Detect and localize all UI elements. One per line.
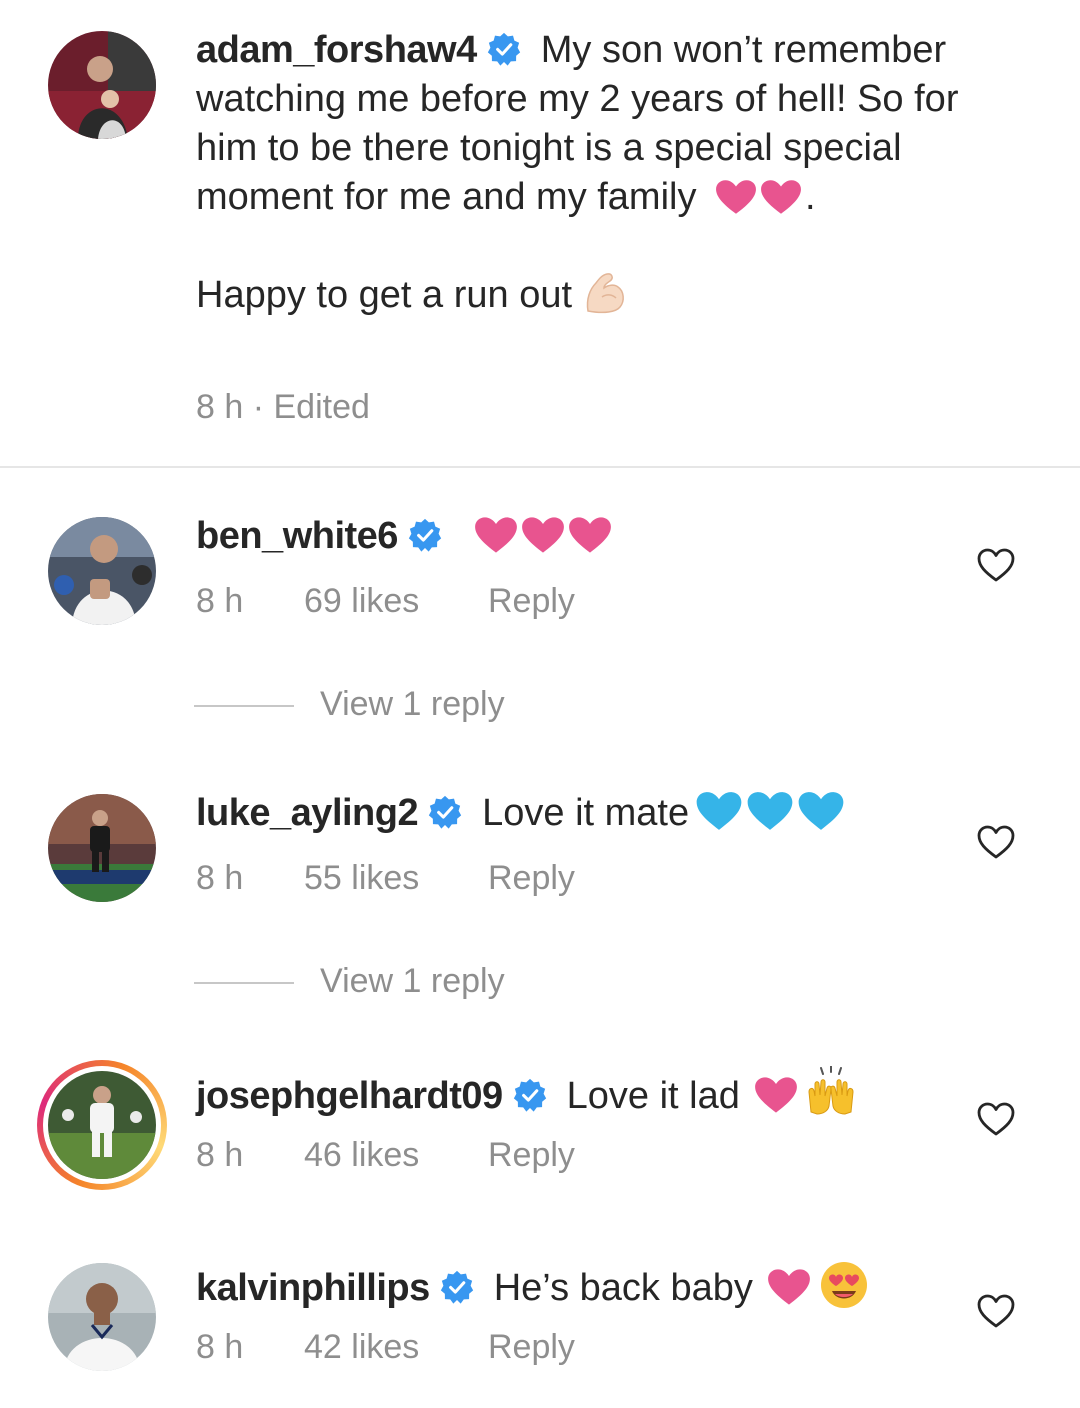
verified-badge-icon (428, 795, 462, 829)
pink-heart-emoji (521, 516, 565, 554)
caption-time: 8 h (196, 388, 244, 426)
reply-button[interactable]: Reply (488, 582, 575, 621)
caption-username[interactable]: adam_forshaw4 (196, 29, 477, 71)
comment-meta: 8 h 42 likes Reply (196, 1328, 575, 1367)
comment-likes[interactable]: 55 likes (304, 859, 488, 898)
story-ring[interactable] (37, 1060, 167, 1190)
flexed-bicep-emoji (586, 273, 624, 314)
comment-time: 8 h (196, 859, 244, 897)
comment-text-line: ben_white6 (196, 512, 615, 560)
comment-avatar[interactable] (48, 794, 156, 902)
comment-meta: 8 h 55 likes Reply (196, 859, 575, 898)
comment-username[interactable]: josephgelhardt09 (196, 1075, 503, 1117)
view-replies-button[interactable]: View 1 reply (194, 962, 505, 1002)
post-caption: adam_forshaw4 My son won’t remember watch… (196, 26, 1026, 320)
comment-time: 8 h (196, 582, 244, 620)
comment-username[interactable]: kalvinphillips (196, 1267, 430, 1309)
verified-badge-icon (487, 32, 521, 66)
raising-hands-emoji (808, 1066, 854, 1115)
verified-badge-icon (440, 1270, 474, 1304)
blue-heart-emoji (797, 791, 845, 831)
view-replies-label: View 1 reply (320, 962, 505, 1000)
comment-likes[interactable]: 42 likes (304, 1328, 488, 1367)
comment-text-line: kalvinphillips He’s back baby (196, 1258, 870, 1312)
caption-meta: 8 h · Edited (196, 388, 370, 427)
pink-heart-emoji (767, 1268, 811, 1306)
verified-badge-icon (513, 1078, 547, 1112)
comment-text: He’s back baby (493, 1267, 753, 1309)
verified-badge-icon (408, 518, 442, 552)
replies-divider-line (194, 982, 294, 985)
comment-meta: 8 h 46 likes Reply (196, 1136, 575, 1175)
pink-heart-emoji (568, 516, 612, 554)
comment-time: 8 h (196, 1328, 244, 1366)
comment-text-line: josephgelhardt09 Love it lad (196, 1066, 857, 1120)
comment-text-line: luke_ayling2 Love it mate (196, 789, 848, 837)
comment-username[interactable]: luke_ayling2 (196, 792, 419, 834)
caption-divider (0, 466, 1080, 468)
comment-avatar[interactable] (48, 517, 156, 625)
comment-text: Love it mate (482, 792, 690, 834)
comment-time: 8 h (196, 1136, 244, 1174)
comment-avatar[interactable] (48, 1263, 156, 1371)
view-replies-button[interactable]: View 1 reply (194, 685, 505, 725)
pink-heart-emoji (760, 179, 802, 215)
comment-avatar[interactable] (48, 1071, 156, 1179)
caption-text-end: . (805, 176, 816, 218)
heart-eyes-emoji (820, 1262, 867, 1308)
blue-heart-emoji (746, 791, 794, 831)
caption-text-second: Happy to get a run out (196, 274, 573, 316)
caption-edited: · Edited (252, 388, 370, 426)
comment-text: Love it lad (566, 1075, 740, 1117)
reply-button[interactable]: Reply (488, 1328, 575, 1367)
reply-button[interactable]: Reply (488, 1136, 575, 1175)
comment-meta: 8 h 69 likes Reply (196, 582, 575, 621)
like-heart-icon[interactable] (976, 1101, 1016, 1137)
pink-heart-emoji (754, 1076, 798, 1114)
comment-likes[interactable]: 46 likes (304, 1136, 488, 1175)
pink-heart-emoji (474, 516, 518, 554)
caption-author-avatar[interactable] (48, 31, 156, 139)
like-heart-icon[interactable] (976, 547, 1016, 583)
comment-username[interactable]: ben_white6 (196, 515, 398, 557)
reply-button[interactable]: Reply (488, 859, 575, 898)
view-replies-label: View 1 reply (320, 685, 505, 723)
pink-heart-emoji (715, 179, 757, 215)
replies-divider-line (194, 705, 294, 708)
blue-heart-emoji (695, 791, 743, 831)
like-heart-icon[interactable] (976, 824, 1016, 860)
like-heart-icon[interactable] (976, 1293, 1016, 1329)
comment-likes[interactable]: 69 likes (304, 582, 488, 621)
